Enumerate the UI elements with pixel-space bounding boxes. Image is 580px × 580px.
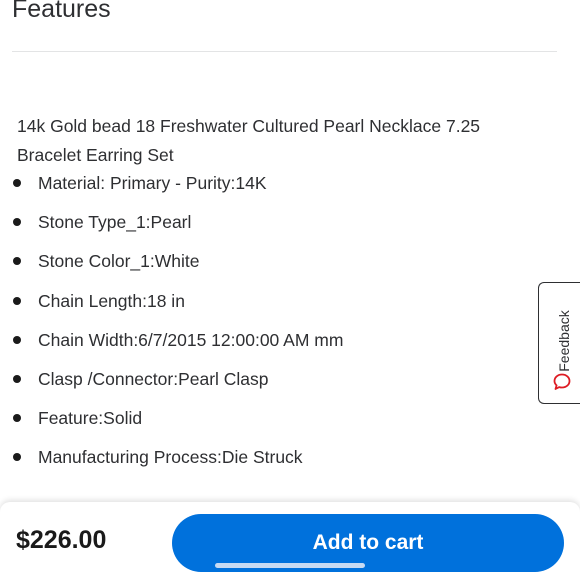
feature-list-item: Chain Width:6/7/2015 12:00:00 AM mm <box>0 325 343 364</box>
bullet-icon <box>13 179 21 187</box>
feature-text: Manufacturing Process:Die Struck <box>38 447 303 468</box>
feature-text: Stone Color_1:White <box>38 251 200 272</box>
feature-list-item: Manufacturing Process:Die Struck <box>0 442 343 481</box>
chat-bubble-icon <box>553 373 571 390</box>
product-features-page: Features 14k Gold bead 18 Freshwater Cul… <box>0 0 580 580</box>
feature-text: Feature:Solid <box>38 408 143 429</box>
bottom-action-bar: $226.00 Add to cart <box>0 502 580 580</box>
section-divider <box>12 51 557 52</box>
bullet-icon <box>13 414 21 423</box>
price: $226.00 <box>16 526 107 554</box>
bullet-icon <box>13 218 21 227</box>
bullet-icon <box>13 453 21 462</box>
feature-list: Material: Primary - Purity:14K Stone Typ… <box>0 168 343 482</box>
bullet-icon <box>13 296 21 305</box>
feature-list-item: Material: Primary - Purity:14K <box>0 168 343 207</box>
feedback-label: Feedback <box>556 310 572 372</box>
feature-list-item: Stone Type_1:Pearl <box>0 207 343 246</box>
feature-list-item: Clasp /Connector:Pearl Clasp <box>0 364 343 403</box>
feature-list-item: Stone Color_1:White <box>0 246 343 285</box>
feature-list-item: Chain Length:18 in <box>0 286 343 325</box>
bullet-icon <box>13 257 21 266</box>
product-description: 14k Gold bead 18 Freshwater Cultured Pea… <box>17 116 481 165</box>
feature-list-item: Feature:Solid <box>0 403 343 442</box>
feature-text: Chain Width:6/7/2015 12:00:00 AM mm <box>38 329 344 350</box>
feature-text: Clasp /Connector:Pearl Clasp <box>38 368 269 389</box>
feature-text: Chain Length:18 in <box>38 290 185 311</box>
bullet-icon <box>13 335 21 344</box>
feature-text: Stone Type_1:Pearl <box>38 212 192 233</box>
feedback-button[interactable]: Feedback <box>538 282 580 404</box>
home-indicator <box>215 563 365 568</box>
section-title: Features <box>12 0 111 23</box>
feature-text: Material: Primary - Purity:14K <box>38 173 267 193</box>
bullet-icon <box>13 374 21 383</box>
